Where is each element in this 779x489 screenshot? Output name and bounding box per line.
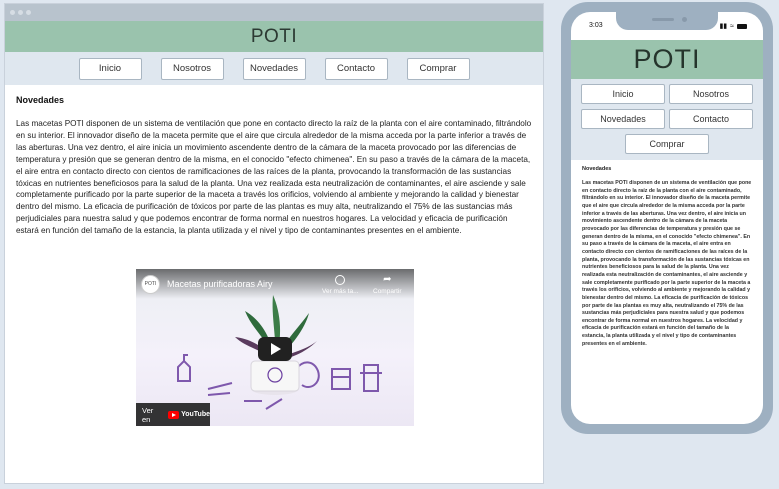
phone-banner: POTI [571,40,763,79]
phone-nav-inicio-button[interactable]: Inicio [581,84,665,104]
play-button-icon[interactable] [258,337,292,361]
watch-later-label: Ver más ta... [322,288,359,295]
watch-later-button[interactable]: Ver más ta... [322,275,359,295]
status-icons: ▮▮ ≈ [719,22,747,30]
phone-nav-novedades-button[interactable]: Novedades [581,109,665,129]
watch-on-label: Ver en [142,405,154,424]
video-title[interactable]: Macetas purificadoras Airy [167,279,273,289]
site-banner: POTI [5,21,543,52]
window-dot-icon[interactable] [10,10,15,15]
phone-nav-contacto-button[interactable]: Contacto [669,109,753,129]
battery-icon [737,23,747,29]
phone-brand-logo[interactable]: POTI [633,44,700,75]
brand-logo[interactable]: POTI [251,26,297,48]
phone-content: Novedades Las macetas POTI disponen de u… [571,160,763,348]
nav-novedades-button[interactable]: Novedades [242,57,306,80]
watch-on-youtube-button[interactable]: Ver en YouTube [136,403,210,426]
window-dot-icon[interactable] [18,10,23,15]
wifi-icon: ≈ [730,22,734,30]
channel-avatar[interactable]: POTI [141,274,160,294]
phone-article-text: Las macetas POTI disponen de un sistema … [582,180,752,347]
nav-inicio-button[interactable]: Inicio [78,57,142,80]
section-title: Novedades [16,95,65,105]
video-player[interactable]: POTI Macetas purificadoras Airy Ver más … [136,269,414,426]
signal-icon: ▮▮ [719,23,728,30]
nav-comprar-button[interactable]: Comprar [406,57,470,80]
share-icon: ➦ [383,274,392,285]
phone-mockup: 3:03 ▮▮ ≈ POTI Inicio Nosotros Novedades… [561,2,773,434]
phone-nav-comprar-button[interactable]: Comprar [625,134,709,154]
share-label: Compartir [373,288,402,295]
main-content: Novedades Las macetas POTI disponen de u… [5,85,543,237]
phone-section-title: Novedades [582,166,612,172]
nav-nosotros-button[interactable]: Nosotros [160,57,224,80]
status-bar: 3:03 ▮▮ ≈ [571,12,763,40]
article-text: Las macetas POTI disponen de un sistema … [16,119,532,236]
nav-contacto-button[interactable]: Contacto [324,57,388,80]
status-time: 3:03 [589,22,603,29]
window-dot-icon[interactable] [26,10,31,15]
window-titlebar [5,4,543,21]
phone-notch [616,12,718,30]
main-nav: Inicio Nosotros Novedades Contacto Compr… [5,52,543,85]
phone-screen: 3:03 ▮▮ ≈ POTI Inicio Nosotros Novedades… [571,12,763,424]
youtube-logo-icon: YouTube [168,410,210,419]
phone-nav-nosotros-button[interactable]: Nosotros [669,84,753,104]
clock-icon [335,275,346,285]
share-button[interactable]: ➦ Compartir [373,274,402,296]
desktop-window: POTI Inicio Nosotros Novedades Contacto … [4,3,544,484]
phone-nav: Inicio Nosotros Novedades Contacto Compr… [571,79,763,160]
